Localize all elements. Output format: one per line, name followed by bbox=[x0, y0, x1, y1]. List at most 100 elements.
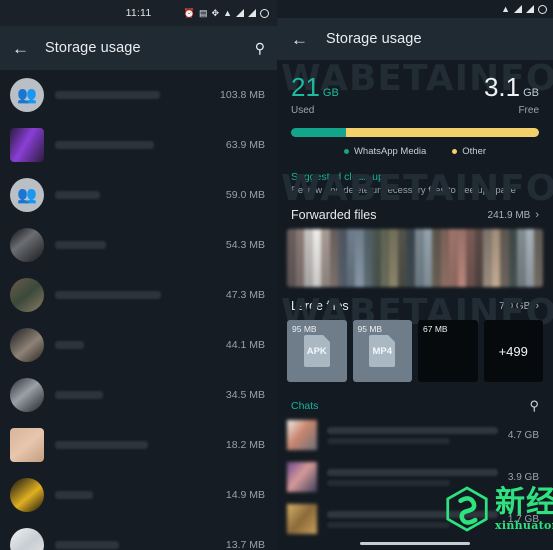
used-value: 21 bbox=[291, 72, 320, 102]
legend-item: Other bbox=[452, 146, 486, 157]
avatar bbox=[10, 428, 44, 462]
status-bar-right: ▲ bbox=[277, 0, 553, 18]
chevron-right-icon: › bbox=[535, 209, 539, 221]
file-type-icon: APK bbox=[304, 335, 330, 367]
chat-row[interactable]: 3.9 GB bbox=[277, 456, 553, 498]
row-size: 14.9 MB bbox=[226, 489, 265, 501]
cleanup-section: Suggested clean up Review and delete unn… bbox=[277, 171, 553, 196]
storage-list-row[interactable]: 54.3 MB bbox=[0, 220, 277, 270]
forwarded-files-meta: 241.9 MB › bbox=[488, 209, 539, 221]
row-size: 59.0 MB bbox=[226, 189, 265, 201]
storage-list-row[interactable]: 👥 103.8 MB bbox=[0, 70, 277, 120]
progress-segment-other bbox=[346, 128, 539, 137]
chats-title: Chats bbox=[291, 400, 318, 412]
redacted-name-bar bbox=[55, 341, 84, 349]
storage-list-row[interactable]: 47.3 MB bbox=[0, 270, 277, 320]
chat-row[interactable]: 4.7 GB bbox=[277, 414, 553, 456]
storage-list-row[interactable]: 44.1 MB bbox=[0, 320, 277, 370]
thumbnail bbox=[372, 229, 381, 287]
thumbnail bbox=[364, 229, 373, 287]
redacted-name-bar bbox=[327, 511, 498, 518]
redacted-name-bar bbox=[327, 469, 498, 476]
search-icon[interactable]: ⚲ bbox=[255, 40, 265, 57]
tile-size: 95 MB bbox=[292, 324, 317, 334]
large-files-tiles[interactable]: 95 MB APK 95 MB MP4 67 MB +499 bbox=[277, 313, 553, 382]
thumbnail bbox=[381, 229, 390, 287]
right-phone-screen: ▲ ← Storage usage WABETAINFO WABETAINFO … bbox=[277, 0, 553, 550]
storage-list-row[interactable]: 63.9 MB bbox=[0, 120, 277, 170]
battery-icon bbox=[260, 9, 269, 18]
thumbnail bbox=[449, 229, 458, 287]
thumbnail bbox=[398, 229, 407, 287]
large-files-label: Large files bbox=[291, 299, 349, 313]
free-value: 3.1 bbox=[484, 72, 520, 102]
thumbnail bbox=[321, 229, 330, 287]
thumbnail bbox=[509, 229, 518, 287]
avatar bbox=[287, 504, 317, 534]
storage-list-row[interactable]: 18.2 MB bbox=[0, 420, 277, 470]
status-bar-left: 11:11 ⏰ ▤ ✥ ▲ bbox=[0, 0, 277, 26]
redacted-subtitle-bar bbox=[327, 480, 450, 486]
chat-row[interactable]: 1.7 GB bbox=[277, 498, 553, 540]
chats-list[interactable]: 4.7 GB 3.9 GB 1.7 GB bbox=[277, 414, 553, 540]
row-name-redacted bbox=[55, 91, 209, 99]
signal-icon bbox=[248, 9, 256, 17]
row-name-redacted bbox=[55, 441, 215, 449]
signal-icon bbox=[236, 9, 244, 17]
screen-record-icon: ▤ bbox=[199, 9, 208, 18]
thumbnail bbox=[441, 229, 450, 287]
chat-name-redacted bbox=[327, 511, 498, 528]
thumbnail bbox=[534, 229, 543, 287]
search-icon[interactable]: ⚲ bbox=[529, 398, 539, 414]
avatar bbox=[10, 378, 44, 412]
home-indicator bbox=[360, 542, 470, 545]
free-label: Free bbox=[484, 105, 539, 116]
status-icons: ⏰ ▤ ✥ ▲ bbox=[184, 9, 269, 18]
large-files-header[interactable]: Large files 7.0 GB › bbox=[277, 299, 553, 313]
storage-progress-bar bbox=[291, 128, 539, 137]
file-type-icon: MP4 bbox=[369, 335, 395, 367]
thumbnail bbox=[304, 229, 313, 287]
chevron-right-icon: › bbox=[535, 300, 539, 312]
status-time: 11:11 bbox=[126, 7, 152, 19]
redacted-name-bar bbox=[55, 391, 103, 399]
redacted-name-bar bbox=[55, 141, 154, 149]
chat-name-redacted bbox=[327, 469, 498, 486]
storage-list-row[interactable]: 14.9 MB bbox=[0, 470, 277, 520]
storage-chat-list[interactable]: 👥 103.8 MB 63.9 MB 👥 59.0 MB 54.3 MB 47.3 MB 44… bbox=[0, 70, 277, 550]
back-button[interactable]: ← bbox=[12, 40, 29, 57]
thumbnail bbox=[287, 229, 296, 287]
storage-list-row[interactable]: 👥 59.0 MB bbox=[0, 170, 277, 220]
large-file-tile[interactable]: 95 MB MP4 bbox=[353, 320, 413, 382]
bluetooth-icon: ✥ bbox=[212, 9, 220, 18]
legend-dot bbox=[344, 149, 349, 154]
legend-label: WhatsApp Media bbox=[354, 146, 426, 157]
used-unit: GB bbox=[323, 87, 339, 99]
thumbnail bbox=[483, 229, 492, 287]
row-size: 18.2 MB bbox=[226, 439, 265, 451]
chats-header: Chats ⚲ bbox=[277, 398, 553, 414]
large-file-tile[interactable]: 67 MB bbox=[418, 320, 478, 382]
back-button[interactable]: ← bbox=[291, 31, 308, 48]
wifi-icon: ▲ bbox=[223, 9, 232, 18]
row-name-redacted bbox=[55, 241, 215, 249]
large-file-tile[interactable]: 95 MB APK bbox=[287, 320, 347, 382]
thumbnail bbox=[406, 229, 415, 287]
large-file-tile[interactable]: +499 bbox=[484, 320, 544, 382]
row-name-redacted bbox=[55, 341, 215, 349]
cleanup-title: Suggested clean up bbox=[277, 171, 553, 183]
storage-list-row[interactable]: 34.5 MB bbox=[0, 370, 277, 420]
redacted-name-bar bbox=[55, 191, 100, 199]
forwarded-files-header[interactable]: Forwarded files 241.9 MB › bbox=[277, 208, 553, 222]
group-icon: 👥 bbox=[10, 78, 44, 112]
avatar bbox=[287, 462, 317, 492]
signal-icon bbox=[514, 5, 522, 13]
chat-size: 1.7 GB bbox=[508, 514, 539, 525]
avatar: 👥 bbox=[10, 78, 44, 112]
storage-list-row[interactable]: 13.7 MB bbox=[0, 520, 277, 550]
forwarded-files-thumbnails[interactable] bbox=[287, 229, 543, 287]
thumbnail bbox=[338, 229, 347, 287]
forwarded-files-size: 241.9 MB bbox=[488, 210, 531, 221]
row-name-redacted bbox=[55, 541, 215, 549]
thumbnail bbox=[517, 229, 526, 287]
